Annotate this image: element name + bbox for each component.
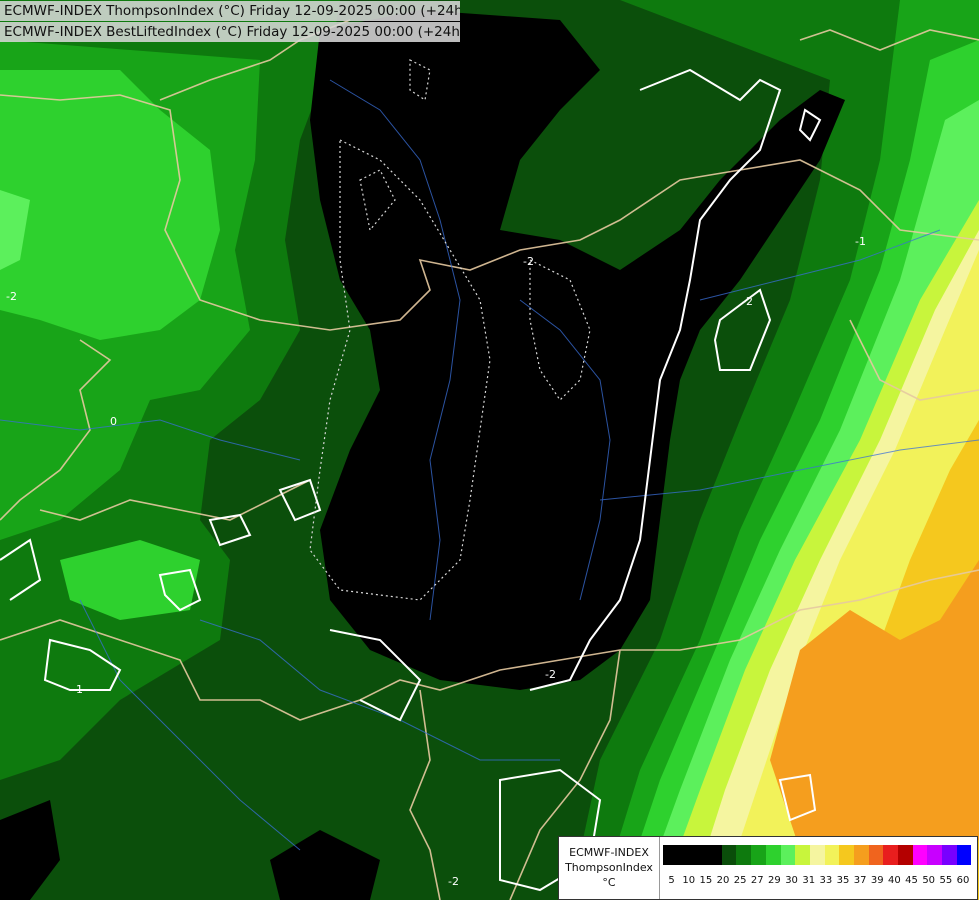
legend-tick-label: 40 — [888, 875, 901, 886]
legend-tick-label: 50 — [922, 875, 936, 886]
legend-tick-label: 29 — [768, 875, 781, 886]
legend-tick-label: 30 — [785, 875, 798, 886]
legend-tick-label: 15 — [699, 875, 713, 886]
legend-swatch — [912, 845, 928, 865]
legend-swatches — [663, 845, 972, 865]
contour-label: -2 — [545, 668, 556, 681]
legend-swatch — [692, 845, 708, 865]
legend-swatch — [853, 845, 869, 865]
contour-label: -1 — [72, 683, 83, 696]
legend-swatch — [883, 845, 898, 865]
legend-swatch — [809, 845, 825, 865]
legend-tick-label: 35 — [836, 875, 850, 886]
legend-tick-label: 33 — [819, 875, 833, 886]
legend-swatch — [898, 845, 913, 865]
legend-tick-label: 25 — [733, 875, 747, 886]
legend-swatch — [707, 845, 722, 865]
legend-tick-label: 37 — [853, 875, 867, 886]
contour-label: -2 — [6, 290, 17, 303]
legend-swatch — [824, 845, 840, 865]
legend-tick-label: 10 — [682, 875, 696, 886]
map-title-best-lifted-index: ECMWF-INDEX BestLiftedIndex (°C) Friday … — [0, 22, 460, 42]
legend-swatch — [956, 845, 972, 865]
legend-label: ECMWF-INDEX ThompsonIndex °C — [559, 837, 660, 899]
legend-ticks: 5 10 15 20 25 27 29 30 31 33 35 37 39 40 45 50 55 60 — [663, 875, 972, 889]
legend-tick-label: 31 — [802, 875, 816, 886]
legend-swatch — [765, 845, 781, 865]
map-viewer: -2 -2 -2 -1 0 -2 -1 -2 ECMWF-INDEX Thomp… — [0, 0, 979, 900]
legend-tick-label: 60 — [956, 875, 970, 886]
contour-label: -2 — [523, 255, 534, 268]
contour-label: -2 — [448, 875, 459, 888]
legend-swatch — [868, 845, 884, 865]
legend-swatch — [942, 845, 957, 865]
legend-swatch — [927, 845, 943, 865]
legend-tick-label: 55 — [939, 875, 953, 886]
legend-swatch — [677, 845, 693, 865]
legend-tick-label: 20 — [716, 875, 730, 886]
legend-swatch — [751, 845, 766, 865]
legend-tick-label: 45 — [905, 875, 918, 886]
legend-swatch — [663, 845, 678, 865]
contour-label: -2 — [742, 295, 753, 308]
legend-swatch — [780, 845, 796, 865]
legend-swatch — [795, 845, 810, 865]
legend-swatch — [839, 845, 854, 865]
legend-tick-label: 5 — [668, 875, 675, 886]
index-map: -2 -2 -2 -1 0 -2 -1 -2 — [0, 0, 979, 900]
legend-unit-label: °C — [602, 876, 616, 889]
map-title-thompson-index: ECMWF-INDEX ThompsonIndex (°C) Friday 12… — [0, 1, 460, 21]
legend-swatch — [736, 845, 752, 865]
legend-parameter-label: ThompsonIndex — [565, 861, 653, 874]
legend-model-label: ECMWF-INDEX — [569, 846, 649, 859]
legend-tick-label: 27 — [750, 875, 764, 886]
legend-swatch — [721, 845, 737, 865]
color-legend: ECMWF-INDEX ThompsonIndex °C 5 10 15 20 25 27… — [558, 836, 978, 900]
contour-label: -1 — [855, 235, 866, 248]
contour-label: 0 — [110, 415, 117, 428]
legend-tick-label: 39 — [870, 875, 884, 886]
